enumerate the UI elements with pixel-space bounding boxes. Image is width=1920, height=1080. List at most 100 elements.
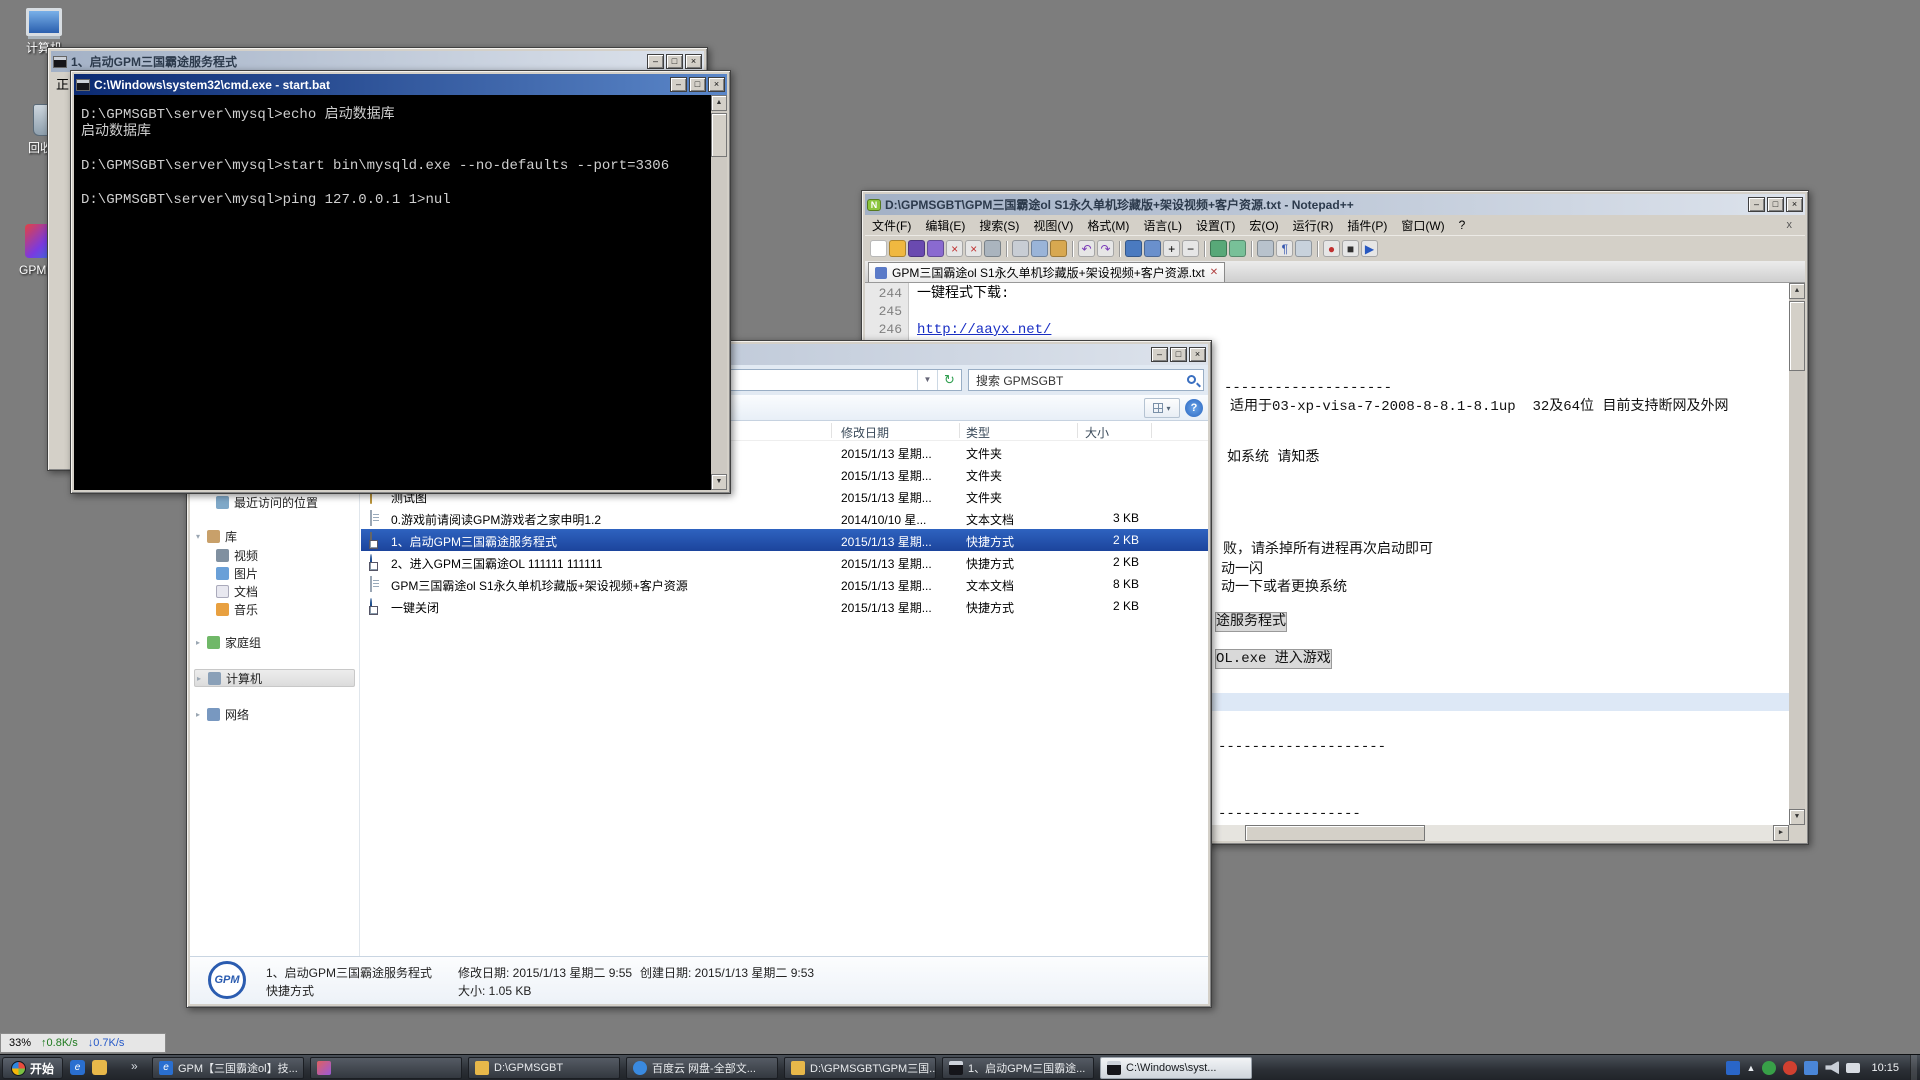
menu-view[interactable]: 视图(V) [1026, 215, 1080, 236]
taskbar-button-cmd-active[interactable]: C:\Windows\syst... [1100, 1057, 1252, 1079]
scroll-down-icon[interactable]: ▼ [1789, 809, 1805, 825]
menu-help[interactable]: ? [1452, 216, 1473, 234]
net-speed-widget[interactable]: 33% ↑0.8K/s ↓0.7K/s [0, 1033, 166, 1053]
refresh-icon[interactable]: ↻ [937, 370, 961, 390]
close-button-icon[interactable]: × [685, 54, 702, 69]
close-button-icon[interactable]: × [708, 77, 725, 92]
close-icon[interactable]: × [946, 240, 963, 257]
file-row[interactable]: 2、进入GPM三国霸途OL 111111 111111 2015/1/13 星期… [361, 551, 1208, 573]
network-tray-icon[interactable] [1804, 1061, 1818, 1075]
word-wrap-icon[interactable] [1257, 240, 1274, 257]
indent-guide-icon[interactable] [1295, 240, 1312, 257]
file-row-selected[interactable]: 1、启动GPM三国霸途服务程式 2015/1/13 星期... 快捷方式 2 K… [361, 529, 1208, 551]
save-icon[interactable] [908, 240, 925, 257]
maximize-button-icon[interactable]: □ [689, 77, 706, 92]
scrollbar-thumb[interactable] [711, 113, 727, 157]
scrollbar-thumb[interactable] [1245, 825, 1425, 841]
scroll-up-icon[interactable]: ▲ [1789, 283, 1805, 299]
menu-macro[interactable]: 宏(O) [1242, 215, 1285, 236]
ie-quicklaunch-icon[interactable]: e [70, 1060, 85, 1075]
file-row[interactable]: 0.游戏前请阅读GPM游戏者之家申明1.2 2014/10/10 星... 文本… [361, 507, 1208, 529]
zoom-in-icon[interactable]: + [1163, 240, 1180, 257]
replace-icon[interactable] [1144, 240, 1161, 257]
show-desktop-button[interactable] [1910, 1055, 1917, 1080]
file-row[interactable]: GPM三国霸途ol S1永久单机珍藏版+架设视频+客户资源 2015/1/13 … [361, 573, 1208, 595]
sidebar-item-documents[interactable]: 文档 [194, 582, 355, 600]
menu-file[interactable]: 文件(F) [865, 215, 918, 236]
undo-icon[interactable]: ↶ [1078, 240, 1095, 257]
search-box[interactable]: 搜索 GPMSGBT [968, 369, 1204, 391]
minimize-button-icon[interactable]: – [1151, 347, 1168, 362]
play-macro-icon[interactable]: ▶ [1361, 240, 1378, 257]
resize-grip[interactable] [1789, 825, 1805, 841]
cmd-titlebar[interactable]: C:\Windows\system32\cmd.exe - start.bat … [74, 74, 727, 95]
sidebar-item-homegroup[interactable]: ▸家庭组 [194, 633, 355, 651]
column-header-size[interactable]: 大小 [1085, 424, 1109, 441]
menubar-close-icon[interactable]: x [1780, 217, 1800, 233]
console-output[interactable]: D:\GPMSGBT\server\mysql>echo 启动数据库 启动数据库… [74, 95, 727, 490]
expand-icon[interactable]: ▸ [195, 674, 203, 683]
sidebar-item-computer[interactable]: ▸计算机 [194, 669, 355, 687]
new-icon[interactable] [870, 240, 887, 257]
scrollbar-thumb[interactable] [1789, 301, 1805, 371]
change-view-button[interactable]: ▾ [1144, 398, 1180, 418]
sync-scroll-h-icon[interactable] [1229, 240, 1246, 257]
safety-tray-icon[interactable] [1762, 1061, 1776, 1075]
maximize-button-icon[interactable]: □ [1170, 347, 1187, 362]
redo-icon[interactable]: ↷ [1097, 240, 1114, 257]
expand-icon[interactable]: ▸ [194, 638, 202, 647]
save-all-icon[interactable] [927, 240, 944, 257]
vertical-scrollbar[interactable]: ▲ ▼ [711, 95, 727, 490]
close-button-icon[interactable]: × [1786, 197, 1803, 212]
menu-plugins[interactable]: 插件(P) [1340, 215, 1394, 236]
editor-link[interactable]: http://aayx.net/ [917, 321, 1051, 339]
sidebar-item-libraries[interactable]: ▾库 [194, 527, 355, 545]
scroll-up-icon[interactable]: ▲ [711, 95, 727, 111]
show-all-chars-icon[interactable]: ¶ [1276, 240, 1293, 257]
menu-language[interactable]: 语言(L) [1136, 215, 1189, 236]
print-icon[interactable] [984, 240, 1001, 257]
vertical-scrollbar[interactable]: ▲ ▼ [1789, 283, 1805, 825]
start-button[interactable]: 开始 [2, 1057, 63, 1079]
scroll-right-icon[interactable]: ▶ [1773, 825, 1789, 841]
keyboard-icon[interactable] [1846, 1063, 1860, 1073]
hidden-icons-icon[interactable]: ▲ [1747, 1063, 1756, 1073]
expand-icon[interactable]: ▾ [194, 532, 202, 541]
minimize-button-icon[interactable]: – [1748, 197, 1765, 212]
menu-run[interactable]: 运行(R) [1286, 215, 1341, 236]
taskbar-button-notepad-file[interactable]: D:\GPMSGBT\GPM三国... [784, 1057, 936, 1079]
help-button[interactable]: ? [1185, 399, 1203, 417]
sidebar-item-videos[interactable]: 视频 [194, 546, 355, 564]
menu-settings[interactable]: 设置(T) [1189, 215, 1242, 236]
taskbar-button-untitled[interactable] [310, 1057, 462, 1079]
minimize-button-icon[interactable]: – [670, 77, 687, 92]
volume-icon[interactable] [1825, 1061, 1839, 1075]
antivirus-tray-icon[interactable] [1783, 1061, 1797, 1075]
notepad-titlebar[interactable]: N D:\GPMSGBT\GPM三国霸途ol S1永久单机珍藏版+架设视频+客户… [865, 194, 1805, 215]
sidebar-item-network[interactable]: ▸网络 [194, 705, 355, 723]
taskbar-button-folder-gpmsgbt[interactable]: D:\GPMSGBT [468, 1057, 620, 1079]
address-dropdown-icon[interactable]: ▼ [917, 370, 937, 390]
open-icon[interactable] [889, 240, 906, 257]
sidebar-item-pictures[interactable]: 图片 [194, 564, 355, 582]
expand-icon[interactable]: ▸ [194, 710, 202, 719]
column-header-type[interactable]: 类型 [966, 424, 990, 441]
copy-icon[interactable] [1031, 240, 1048, 257]
sidebar-item-recent[interactable]: 最近访问的位置 [194, 493, 355, 511]
minimize-button-icon[interactable]: – [647, 54, 664, 69]
close-button-icon[interactable]: × [1189, 347, 1206, 362]
file-row[interactable]: 一键关闭 2015/1/13 星期... 快捷方式 2 KB [361, 595, 1208, 617]
stop-macro-icon[interactable]: ■ [1342, 240, 1359, 257]
paste-icon[interactable] [1050, 240, 1067, 257]
record-macro-icon[interactable]: ● [1323, 240, 1340, 257]
quick-launch-overflow-icon[interactable]: » [131, 1059, 138, 1073]
close-all-icon[interactable]: × [965, 240, 982, 257]
sidebar-item-music[interactable]: 音乐 [194, 600, 355, 618]
sync-scroll-v-icon[interactable] [1210, 240, 1227, 257]
ime-icon[interactable] [1726, 1061, 1740, 1075]
maximize-button-icon[interactable]: □ [1767, 197, 1784, 212]
launcher-titlebar[interactable]: 1、启动GPM三国霸途服务程式 – □ × [51, 51, 704, 72]
menu-edit[interactable]: 编辑(E) [918, 215, 972, 236]
maximize-button-icon[interactable]: □ [666, 54, 683, 69]
menu-window[interactable]: 窗口(W) [1394, 215, 1451, 236]
